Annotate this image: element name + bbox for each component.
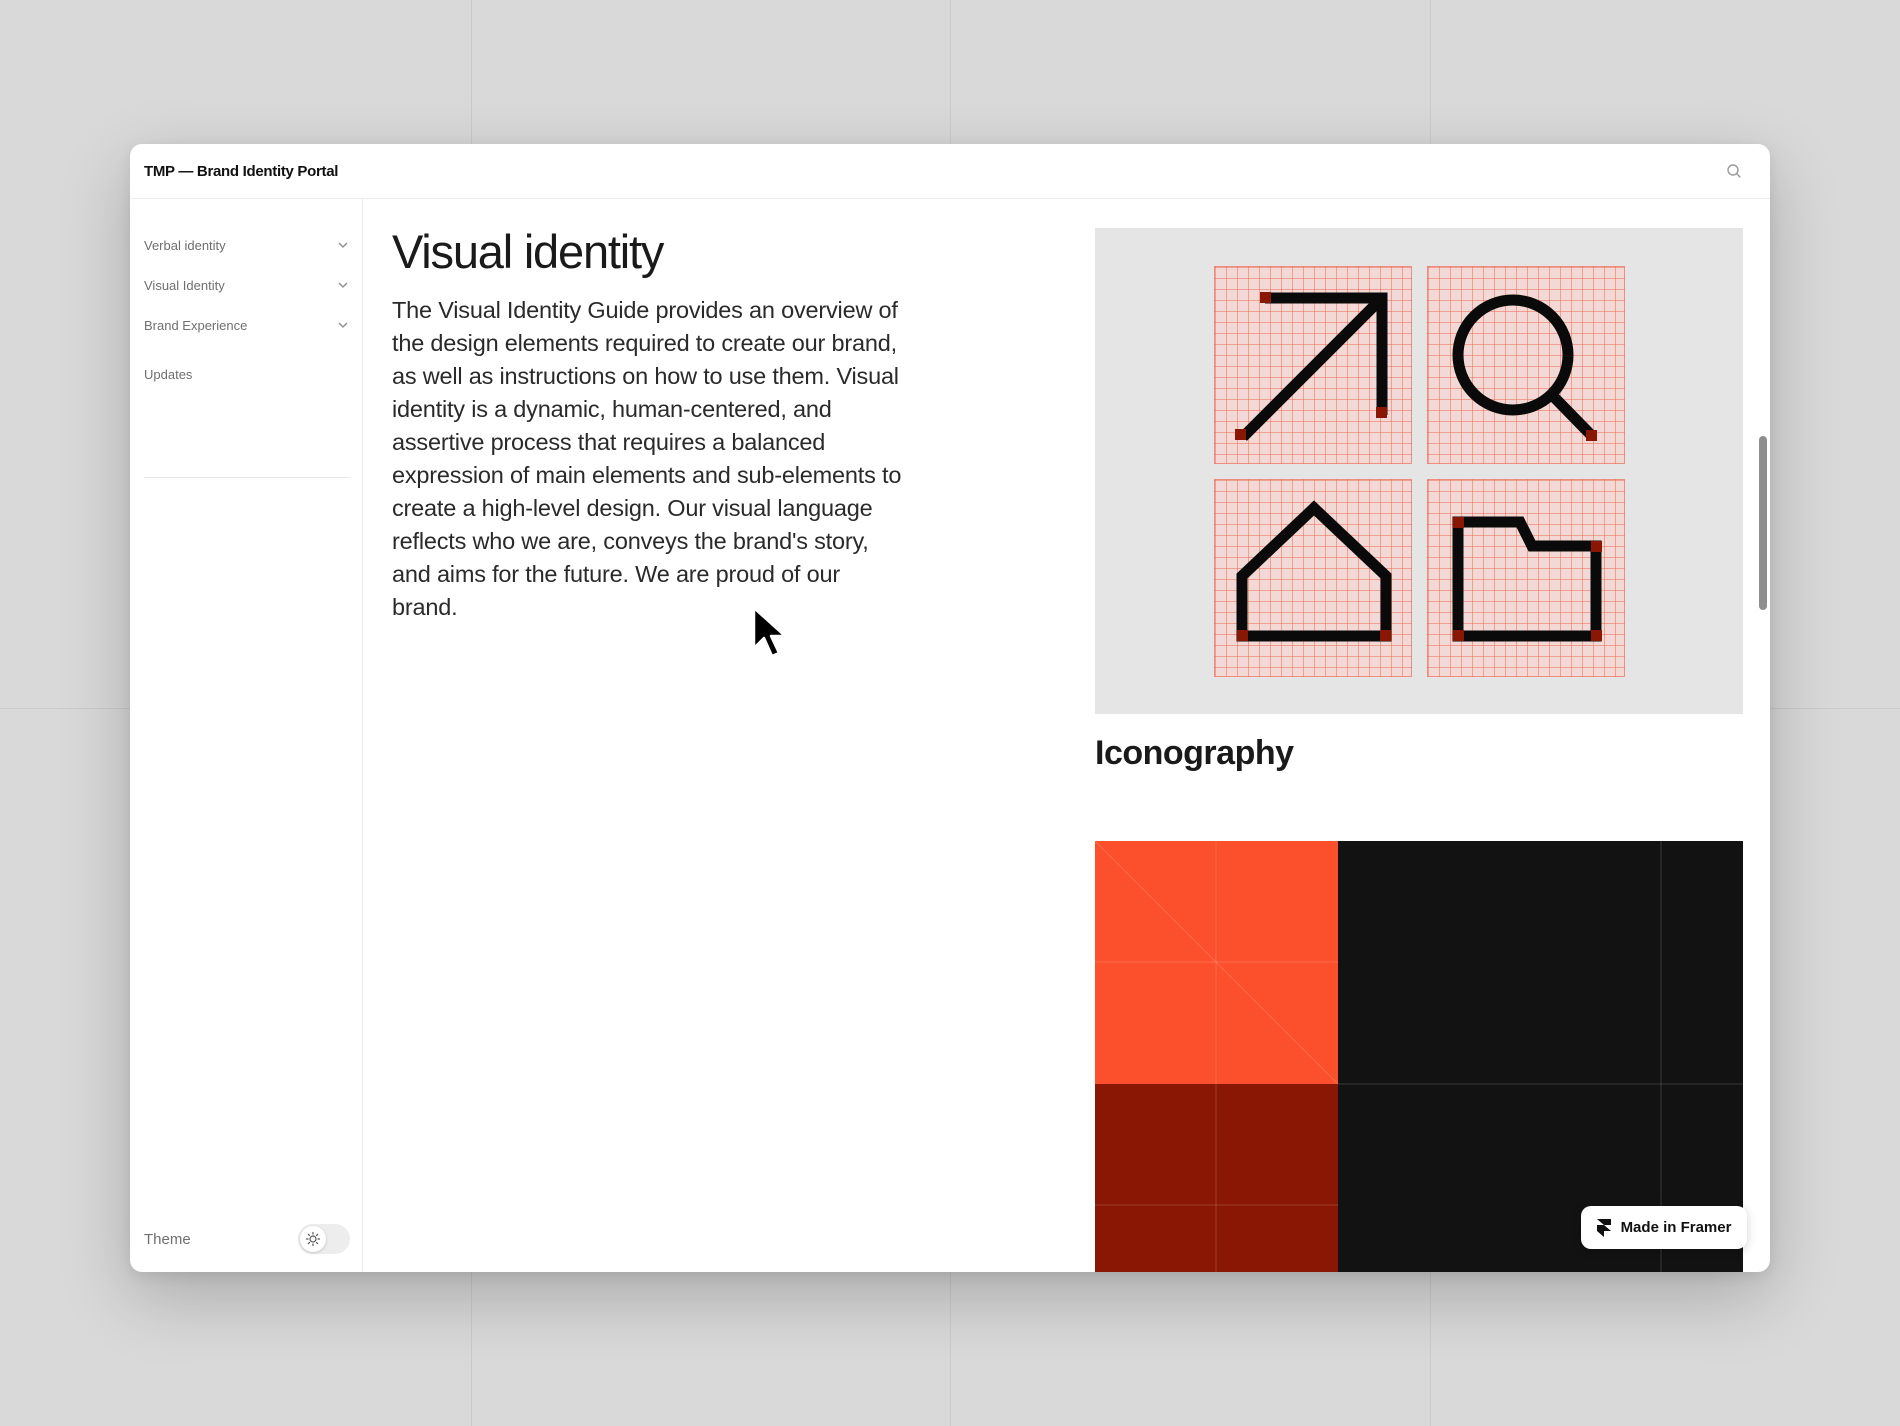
mouse-cursor-icon xyxy=(752,606,787,658)
sidebar-divider xyxy=(144,477,350,478)
chevron-down-icon xyxy=(338,322,348,328)
theme-toggle-knob[interactable] xyxy=(300,1226,326,1252)
theme-row: Theme xyxy=(144,1222,350,1256)
sidebar-item-updates[interactable]: Updates xyxy=(144,359,350,389)
search-icon xyxy=(1427,266,1625,464)
theme-toggle[interactable] xyxy=(298,1224,350,1254)
app-title[interactable]: TMP — Brand Identity Portal xyxy=(144,163,338,180)
chevron-down-icon xyxy=(338,242,348,248)
chevron-down-icon xyxy=(338,282,348,288)
page-title: Visual identity xyxy=(392,225,664,278)
folder-icon xyxy=(1427,479,1625,677)
search-icon xyxy=(1727,164,1741,178)
theme-label: Theme xyxy=(144,1230,191,1248)
sidebar-item-label: Updates xyxy=(144,366,193,382)
page-description: The Visual Identity Guide provides an ov… xyxy=(392,297,902,620)
arrow-up-right-icon xyxy=(1214,266,1412,464)
sun-icon xyxy=(305,1231,321,1247)
iconography-title: Iconography xyxy=(1095,734,1294,772)
badge-label: Made in Framer xyxy=(1620,1219,1732,1236)
scrollbar-thumb[interactable] xyxy=(1759,436,1767,610)
sidebar-item-label: Visual Identity xyxy=(144,277,225,293)
sidebar-item-label: Brand Experience xyxy=(144,317,248,333)
framer-logo-icon xyxy=(1596,1218,1611,1237)
sidebar-item-label: Verbal identity xyxy=(144,237,226,253)
sidebar: Verbal identity Visual Identity Brand Ex… xyxy=(130,199,363,1272)
iconography-card[interactable] xyxy=(1095,228,1743,714)
made-in-framer-badge[interactable]: Made in Framer xyxy=(1581,1206,1747,1249)
search-button[interactable] xyxy=(1720,157,1748,185)
home-icon xyxy=(1214,479,1412,677)
sidebar-item-visual-identity[interactable]: Visual Identity xyxy=(144,270,350,300)
sidebar-item-brand-experience[interactable]: Brand Experience xyxy=(144,310,350,340)
sidebar-item-verbal-identity[interactable]: Verbal identity xyxy=(144,230,350,260)
top-bar: TMP — Brand Identity Portal xyxy=(130,144,1770,199)
app-window: TMP — Brand Identity Portal Verbal ident… xyxy=(130,144,1770,1272)
